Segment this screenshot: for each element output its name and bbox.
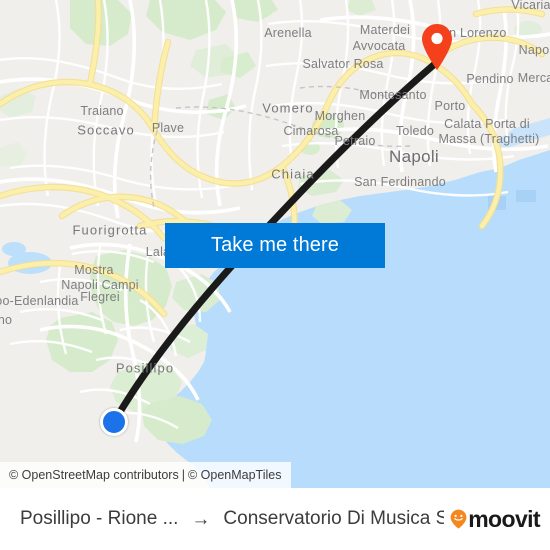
arrow-right-icon: → — [191, 508, 211, 530]
route-summary: Posillipo - Rione ... → Conservatorio Di… — [20, 508, 444, 530]
map-canvas[interactable]: Arenella Materdei San Lorenzo Vicaria Avvoca… — [0, 0, 550, 488]
attribution-osm[interactable]: © OpenStreetMap contributors — [9, 468, 179, 482]
moovit-wordmark: moovit — [468, 505, 540, 532]
moovit-logo[interactable]: moovit — [450, 505, 541, 533]
route-footer-bar: Posillipo - Rione ... → Conservatorio Di… — [0, 488, 550, 550]
origin-marker[interactable] — [100, 408, 128, 436]
take-me-there-button[interactable]: Take me there — [165, 223, 385, 268]
map-attribution: © OpenStreetMap contributors | © OpenMap… — [0, 462, 292, 488]
route-origin-label[interactable]: Posillipo - Rione ... — [20, 508, 178, 530]
route-destination-label[interactable]: Conservatorio Di Musica San ... — [223, 508, 444, 530]
destination-marker[interactable] — [421, 23, 453, 71]
moovit-route-map-screen: Arenella Materdei San Lorenzo Vicaria Avvoca… — [0, 0, 550, 550]
attribution-separator: | — [181, 468, 185, 482]
map-pin-icon — [422, 24, 452, 70]
attribution-maptiles[interactable]: © OpenMapTiles — [188, 468, 282, 482]
moovit-pin-icon — [450, 509, 467, 529]
